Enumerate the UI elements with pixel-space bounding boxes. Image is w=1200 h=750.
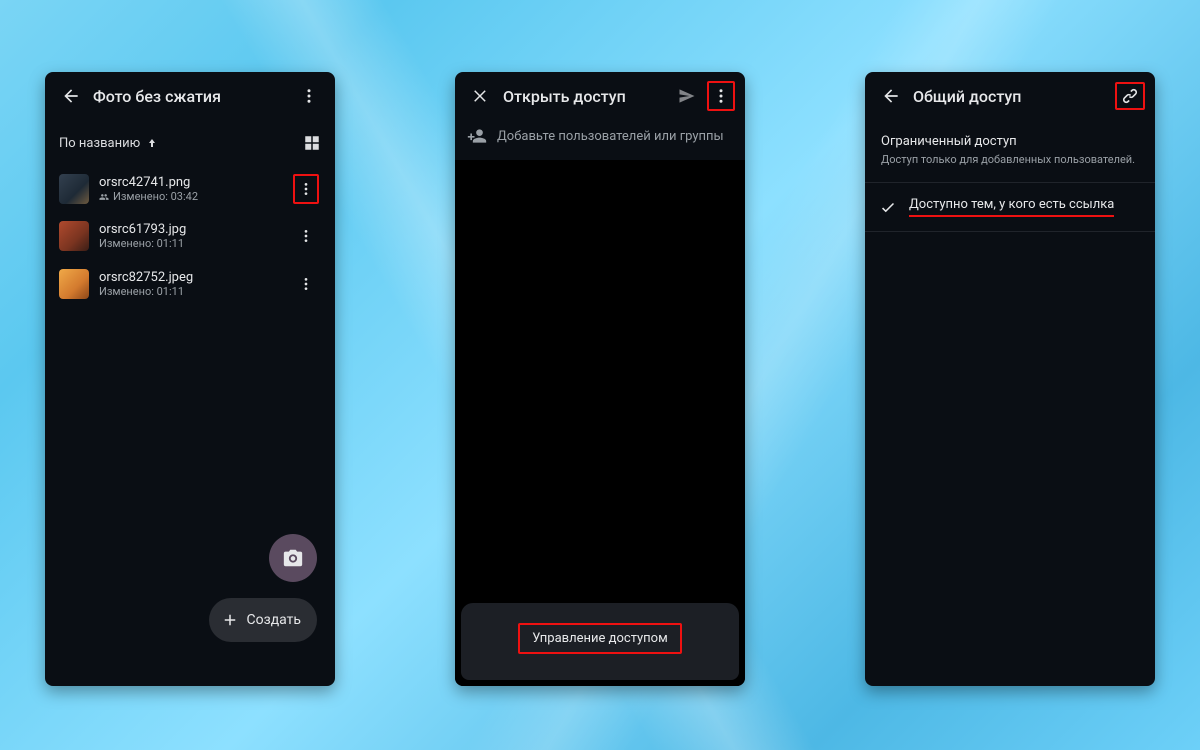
header-more-button[interactable] xyxy=(707,81,735,111)
camera-fab[interactable] xyxy=(269,534,317,582)
more-vert-icon xyxy=(298,228,314,244)
page-title: Общий доступ xyxy=(907,87,1115,106)
link-icon xyxy=(1120,86,1140,106)
titlebar: Открыть доступ xyxy=(455,72,745,120)
file-thumbnail xyxy=(59,269,89,299)
file-meta: Изменено: 01:11 xyxy=(99,285,184,298)
arrow-left-icon xyxy=(881,86,901,106)
titlebar: Общий доступ xyxy=(865,72,1155,120)
anyone-with-link-label: Доступно тем, у кого есть ссылка xyxy=(909,197,1114,217)
camera-icon xyxy=(282,547,304,569)
more-vert-icon xyxy=(298,276,314,292)
back-button[interactable] xyxy=(875,80,907,112)
file-thumbnail xyxy=(59,221,89,251)
manage-access-label: Управление доступом xyxy=(532,631,667,646)
more-vert-icon xyxy=(300,87,318,105)
file-meta: Изменено: 01:11 xyxy=(99,237,184,250)
file-list: orsrc42741.png Изменено: 03:42 orsrc6179… xyxy=(45,162,335,312)
sort-row[interactable]: По названию xyxy=(45,120,335,162)
arrow-left-icon xyxy=(61,86,81,106)
restricted-section[interactable]: Ограниченный доступ Доступ только для до… xyxy=(865,120,1155,183)
phone-folder-view: Фото без сжатия По названию orsrc42741.p… xyxy=(45,72,335,686)
header-more-button[interactable] xyxy=(293,80,325,112)
restricted-subtitle: Доступ только для добавленных пользовате… xyxy=(881,153,1139,168)
bottom-sheet: Управление доступом xyxy=(461,603,739,680)
plus-icon xyxy=(221,611,239,629)
back-button[interactable] xyxy=(55,80,87,112)
send-icon xyxy=(677,86,697,106)
file-name: orsrc82752.jpeg xyxy=(99,270,281,285)
file-name: orsrc61793.jpg xyxy=(99,222,281,237)
file-thumbnail xyxy=(59,174,89,204)
view-grid-button[interactable] xyxy=(303,134,321,152)
phone-share-view: Открыть доступ Добавьте пользователей ил… xyxy=(455,72,745,686)
close-icon xyxy=(472,87,490,105)
file-name: orsrc42741.png xyxy=(99,175,281,190)
shared-icon xyxy=(99,192,109,202)
file-info: orsrc82752.jpeg Изменено: 01:11 xyxy=(99,270,281,298)
file-row[interactable]: orsrc61793.jpg Изменено: 01:11 xyxy=(49,212,331,260)
copy-link-button[interactable] xyxy=(1115,82,1145,110)
more-vert-icon xyxy=(712,87,730,105)
grid-icon xyxy=(303,134,321,152)
add-people-row[interactable]: Добавьте пользователей или группы xyxy=(455,120,745,160)
send-button[interactable] xyxy=(671,80,703,112)
phone-access-view: Общий доступ Ограниченный доступ Доступ … xyxy=(865,72,1155,686)
sort-label: По названию xyxy=(59,136,140,151)
file-info: orsrc42741.png Изменено: 03:42 xyxy=(99,175,281,203)
page-title: Фото без сжатия xyxy=(87,87,293,106)
file-more-button[interactable] xyxy=(291,268,321,300)
titlebar: Фото без сжатия xyxy=(45,72,335,120)
file-row[interactable]: orsrc42741.png Изменено: 03:42 xyxy=(49,166,331,212)
file-meta: Изменено: 03:42 xyxy=(113,190,198,203)
manage-access-button[interactable]: Управление доступом xyxy=(518,623,681,654)
person-add-icon xyxy=(467,126,487,146)
create-fab[interactable]: Создать xyxy=(209,598,318,642)
file-row[interactable]: orsrc82752.jpeg Изменено: 01:11 xyxy=(49,260,331,308)
add-people-placeholder: Добавьте пользователей или группы xyxy=(497,129,724,144)
create-label: Создать xyxy=(247,612,302,628)
restricted-title: Ограниченный доступ xyxy=(881,134,1139,149)
check-icon xyxy=(879,198,897,216)
page-title: Открыть доступ xyxy=(497,87,671,106)
anyone-with-link-row[interactable]: Доступно тем, у кого есть ссылка xyxy=(865,183,1155,232)
stage: Фото без сжатия По названию orsrc42741.p… xyxy=(0,0,1200,750)
file-more-button[interactable] xyxy=(291,220,321,252)
file-more-button[interactable] xyxy=(293,174,319,204)
file-info: orsrc61793.jpg Изменено: 01:11 xyxy=(99,222,281,250)
close-button[interactable] xyxy=(465,80,497,112)
sort-asc-icon xyxy=(146,137,158,149)
more-vert-icon xyxy=(298,181,314,197)
